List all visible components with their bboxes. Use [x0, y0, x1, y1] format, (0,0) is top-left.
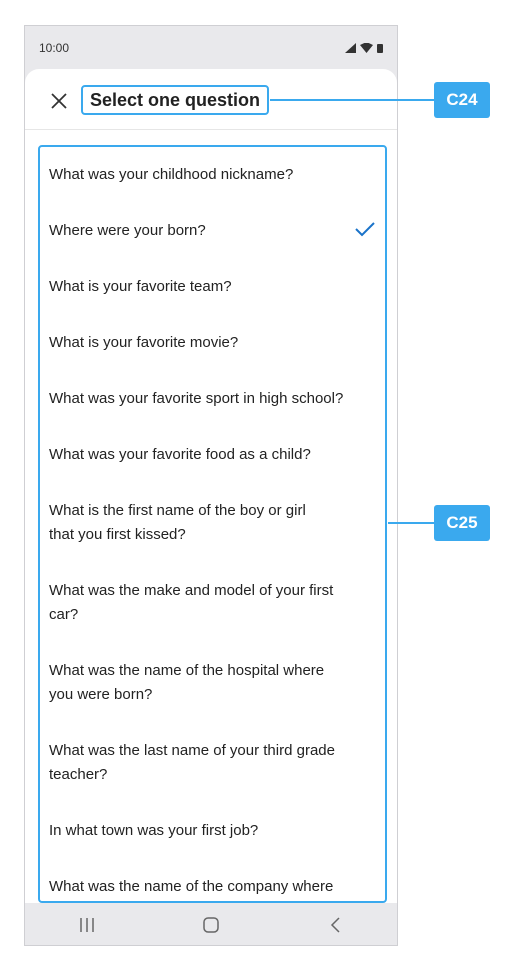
- question-item[interactable]: What was the name of the hospital where …: [49, 659, 382, 707]
- status-time: 10:00: [39, 41, 70, 55]
- question-text-line2: teacher?: [49, 766, 108, 783]
- question-item[interactable]: What was the last name of your third gra…: [49, 739, 382, 787]
- back-icon: [330, 916, 340, 933]
- question-text-line2: you were born?: [49, 686, 153, 703]
- home-icon: [203, 916, 219, 933]
- question-item[interactable]: What was your childhood nickname?: [49, 163, 382, 187]
- phone-screen: 10:00 Select one question What was your …: [24, 25, 398, 946]
- question-text: In what town was your first job?: [49, 822, 259, 839]
- question-text-line2: car?: [49, 606, 79, 623]
- recents-icon: [80, 917, 94, 932]
- close-button[interactable]: [49, 91, 69, 111]
- question-text: What was your favorite sport in high sch…: [49, 390, 344, 407]
- home-button[interactable]: [196, 910, 226, 940]
- question-text: What was your favorite food as a child?: [49, 446, 311, 463]
- question-item[interactable]: What was your favorite food as a child?: [49, 443, 382, 467]
- question-item[interactable]: What was your favorite sport in high sch…: [49, 387, 382, 411]
- recents-button[interactable]: [72, 910, 102, 940]
- question-item[interactable]: In what town was your first job?: [49, 819, 382, 843]
- question-item[interactable]: What is your favorite movie?: [49, 331, 382, 355]
- question-item[interactable]: What was the make and model of your firs…: [49, 579, 382, 627]
- callout-leader-c25: [388, 522, 434, 524]
- battery-icon: [377, 44, 383, 53]
- system-nav-bar: [25, 903, 397, 945]
- question-text-line1: What was the last name of your third gra…: [49, 742, 335, 759]
- back-button[interactable]: [320, 910, 350, 940]
- callout-c25: C25: [434, 505, 490, 541]
- question-text: Where were your born?: [49, 222, 206, 239]
- question-list[interactable]: What was your childhood nickname? Where …: [38, 145, 387, 903]
- checkmark-icon: [355, 222, 375, 237]
- question-text-line1: What was the name of the hospital where: [49, 662, 325, 679]
- wifi-icon: [360, 43, 373, 53]
- signal-icon: [345, 43, 356, 53]
- question-item[interactable]: What was the name of the company where: [49, 875, 382, 899]
- question-text: What was the name of the company where: [49, 878, 334, 895]
- close-icon: [51, 93, 67, 109]
- callout-c24: C24: [434, 82, 490, 118]
- question-text: What is your favorite team?: [49, 278, 232, 295]
- callout-leader-c24: [270, 99, 434, 101]
- question-item[interactable]: What is your favorite team?: [49, 275, 382, 299]
- question-text-line1: What was the make and model of your firs…: [49, 582, 334, 599]
- question-sheet: Select one question What was your childh…: [25, 69, 397, 903]
- question-text-line1: What is the first name of the boy or gir…: [49, 502, 306, 519]
- status-bar: 10:00: [25, 26, 397, 70]
- question-text: What was your childhood nickname?: [49, 166, 294, 183]
- question-text-line2: that you first kissed?: [49, 526, 186, 543]
- sheet-title: Select one question: [81, 85, 270, 115]
- question-item[interactable]: What is the first name of the boy or gir…: [49, 499, 382, 547]
- question-item-selected[interactable]: Where were your born?: [49, 219, 382, 243]
- question-text: What is your favorite movie?: [49, 334, 239, 351]
- status-icons: [345, 43, 383, 53]
